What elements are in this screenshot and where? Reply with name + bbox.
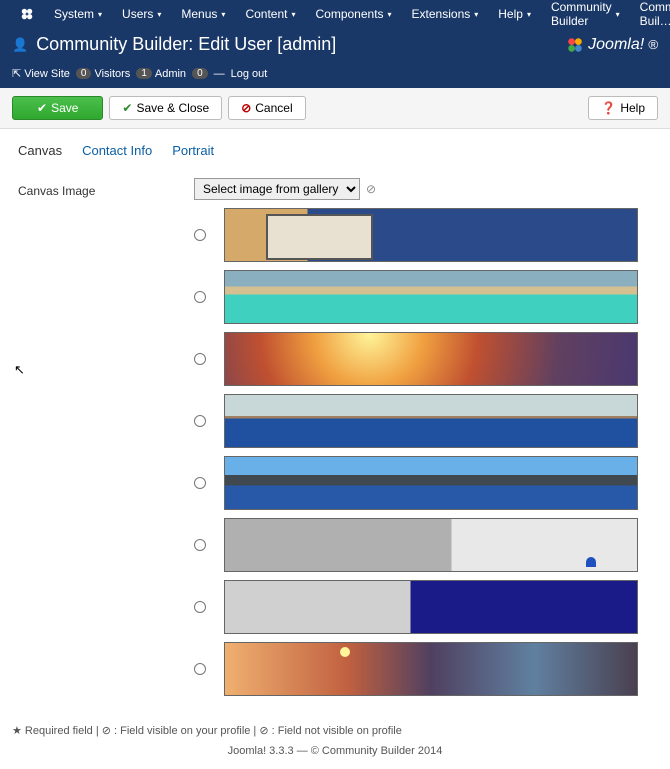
top-menu-bar: System▾ Users▾ Menus▾ Content▾ Component… — [0, 0, 670, 28]
tab-portrait[interactable]: Portrait — [172, 141, 214, 160]
gallery-thumb-2[interactable] — [224, 270, 638, 324]
gallery-option-2 — [194, 270, 652, 324]
separator: — — [214, 68, 225, 80]
gallery-radio-5[interactable] — [194, 477, 206, 489]
admin-count[interactable]: 1Admin — [136, 68, 186, 80]
gallery-radio-7[interactable] — [194, 601, 206, 613]
caret-down-icon: ▾ — [616, 10, 620, 19]
joomla-logo-icon[interactable] — [10, 0, 44, 32]
gallery-radio-2[interactable] — [194, 291, 206, 303]
gallery-thumb-8[interactable] — [224, 642, 638, 696]
app-name[interactable]: Community Buil… ⇱ — [630, 0, 670, 32]
gallery-option-3 — [194, 332, 652, 386]
user-icon: 👤 — [12, 37, 28, 53]
caret-down-icon: ▾ — [527, 10, 531, 19]
gallery-option-4 — [194, 394, 652, 448]
caret-down-icon: ▾ — [157, 10, 161, 19]
menu-community-builder[interactable]: Community Builder▾ — [541, 0, 630, 32]
caret-down-icon: ▾ — [98, 10, 102, 19]
gallery-thumb-4[interactable] — [224, 394, 638, 448]
check-icon: ✔ — [122, 101, 132, 115]
caret-down-icon: ▾ — [388, 10, 392, 19]
main-menu: System▾ Users▾ Menus▾ Content▾ Component… — [10, 0, 630, 32]
gallery-option-1 — [194, 208, 652, 262]
caret-down-icon: ▾ — [474, 10, 478, 19]
cancel-button[interactable]: ⊘Cancel — [228, 96, 305, 120]
visitors-count[interactable]: 0Visitors — [76, 68, 130, 80]
footer-legend: ★ Required field | ⊘ : Field visible on … — [0, 708, 670, 741]
menu-users[interactable]: Users▾ — [112, 0, 171, 32]
tab-contact-info[interactable]: Contact Info — [82, 141, 152, 160]
canvas-image-row: Canvas Image Select image from gallery ⊘ — [18, 178, 652, 696]
menu-system[interactable]: System▾ — [44, 0, 112, 32]
question-icon: ❓ — [601, 101, 616, 115]
gallery-option-6 — [194, 518, 652, 572]
messages-count[interactable]: 0 — [192, 68, 208, 79]
menu-help[interactable]: Help▾ — [488, 0, 541, 32]
gallery-thumb-6[interactable] — [224, 518, 638, 572]
logout-link[interactable]: Log out — [231, 68, 268, 80]
page-header: 👤Community Builder: Edit User [admin] Jo… — [0, 28, 670, 65]
top-right-controls: Community Buil… ⇱ ⚙ ▾ — [630, 0, 670, 32]
gallery-options — [194, 208, 652, 696]
gallery-radio-4[interactable] — [194, 415, 206, 427]
gallery-thumb-7[interactable] — [224, 580, 638, 634]
status-bar: ⇱ View Site 0Visitors 1Admin 0 — Log out — [0, 65, 670, 88]
visibility-icon: ⊘ — [366, 182, 376, 196]
field-label: Canvas Image — [18, 178, 178, 198]
caret-down-icon: ▾ — [221, 10, 225, 19]
footer-version: Joomla! 3.3.3 — © Community Builder 2014 — [0, 741, 670, 769]
menu-menus[interactable]: Menus▾ — [171, 0, 235, 32]
gallery-option-5 — [194, 456, 652, 510]
gallery-option-8 — [194, 642, 652, 696]
save-button[interactable]: ✔Save — [12, 96, 103, 120]
menu-components[interactable]: Components▾ — [305, 0, 401, 32]
gallery-radio-1[interactable] — [194, 229, 206, 241]
gallery-radio-3[interactable] — [194, 353, 206, 365]
page-title: 👤Community Builder: Edit User [admin] — [12, 34, 336, 55]
menu-extensions[interactable]: Extensions▾ — [402, 0, 489, 32]
gallery-option-7 — [194, 580, 652, 634]
save-close-button[interactable]: ✔Save & Close — [109, 96, 222, 120]
caret-down-icon: ▾ — [291, 10, 295, 19]
menu-content[interactable]: Content▾ — [235, 0, 305, 32]
gallery-radio-6[interactable] — [194, 539, 206, 551]
gallery-radio-8[interactable] — [194, 663, 206, 675]
tabs: Canvas Contact Info Portrait — [18, 141, 652, 160]
gallery-select[interactable]: Select image from gallery — [194, 178, 360, 200]
help-button[interactable]: ❓Help — [588, 96, 658, 120]
tab-canvas[interactable]: Canvas — [18, 141, 62, 160]
gallery-thumb-3[interactable] — [224, 332, 638, 386]
cancel-icon: ⊘ — [241, 101, 251, 115]
check-icon: ✔ — [37, 101, 47, 115]
view-site-link[interactable]: ⇱ View Site — [12, 67, 70, 80]
content-area: Canvas Contact Info Portrait Canvas Imag… — [0, 129, 670, 708]
toolbar: ✔Save ✔Save & Close ⊘Cancel ❓Help — [0, 88, 670, 129]
joomla-logo: Joomla!® — [566, 36, 658, 54]
gallery-thumb-1[interactable] — [224, 208, 638, 262]
gallery-thumb-5[interactable] — [224, 456, 638, 510]
